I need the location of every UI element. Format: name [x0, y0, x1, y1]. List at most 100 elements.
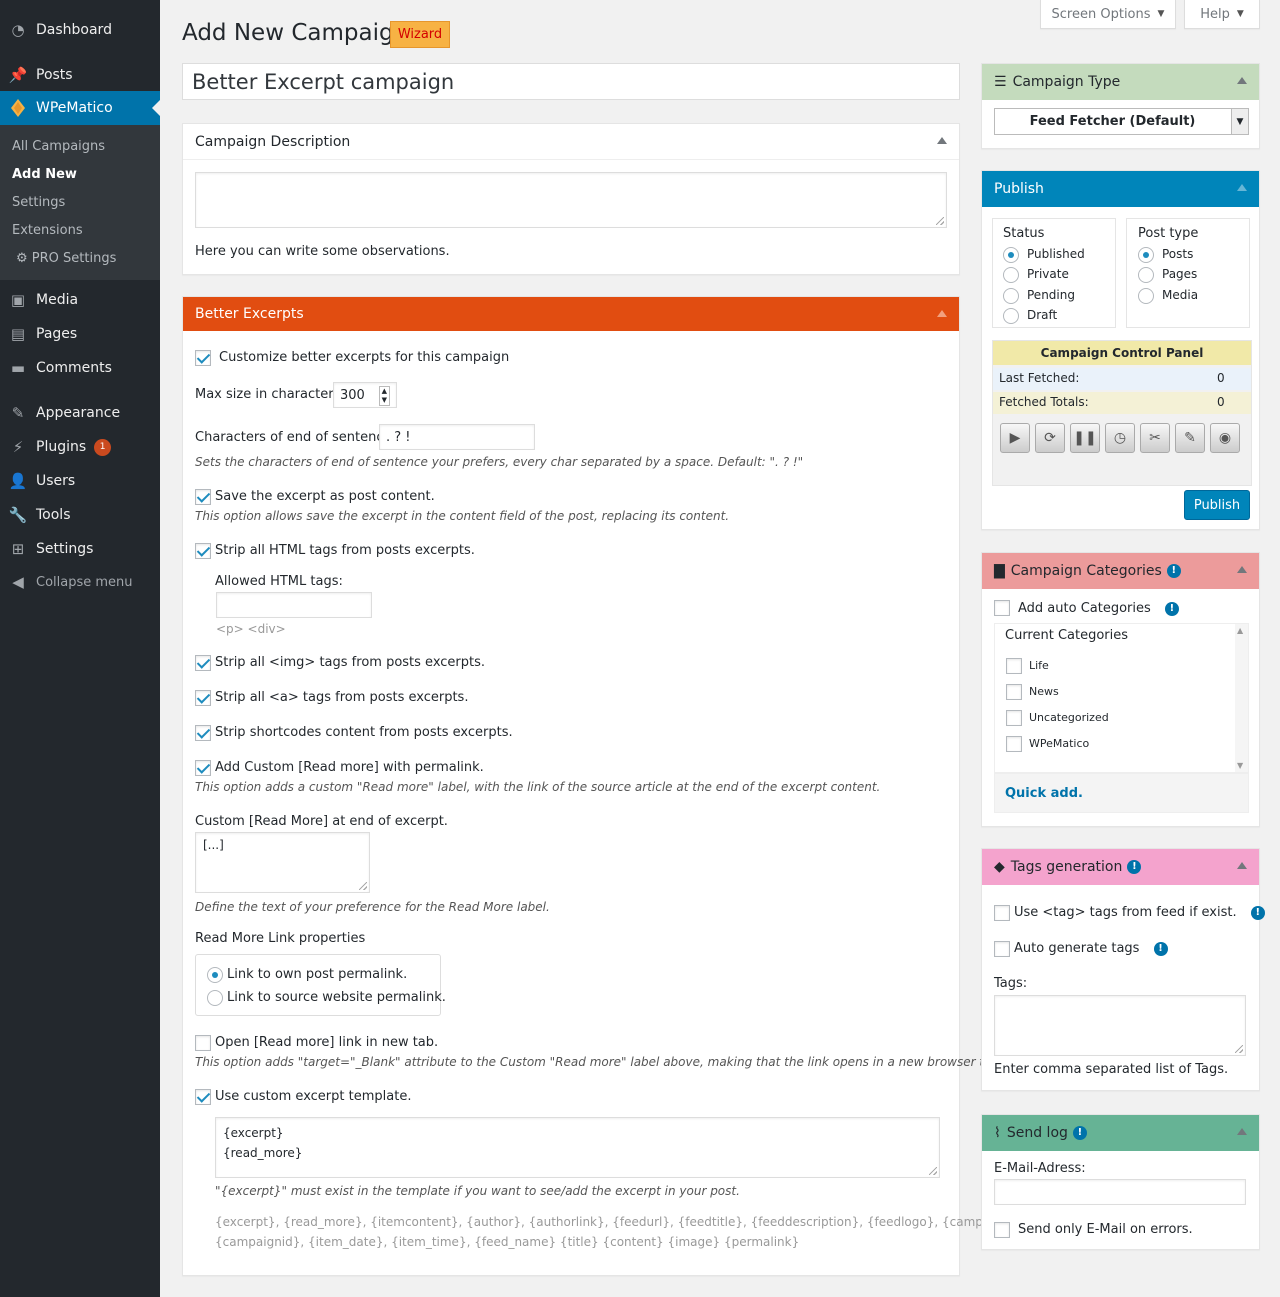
category-checkbox-life[interactable] — [1006, 658, 1022, 674]
custom-read-more-textarea[interactable]: [...] — [195, 832, 370, 893]
resize-grip-icon[interactable] — [359, 882, 367, 890]
status-published-radio[interactable] — [1003, 247, 1019, 263]
max-size-stepper[interactable]: 300 ▲ ▼ — [333, 382, 397, 408]
auto-categories-checkbox[interactable] — [994, 600, 1010, 616]
collapse-arrow-icon[interactable] — [1237, 862, 1247, 869]
campaign-description-textarea[interactable] — [195, 172, 947, 228]
run-campaign-icon[interactable]: ▶ — [1000, 423, 1030, 453]
scroll-up-icon[interactable]: ▲ — [1237, 626, 1243, 635]
info-icon[interactable]: ! — [1164, 601, 1179, 616]
sidebar-item-posts[interactable]: 📌 Posts — [0, 58, 160, 92]
quick-add-link[interactable]: Quick add. — [994, 773, 1249, 813]
preview-eye-icon[interactable]: ◉ — [1210, 423, 1240, 453]
pause-icon[interactable]: ❚❚ — [1070, 423, 1100, 453]
post-type-posts-radio[interactable] — [1138, 247, 1154, 263]
campaign-type-header[interactable]: ☰ Campaign Type — [982, 64, 1259, 100]
end-sentence-input[interactable]: . ? ! — [379, 424, 535, 450]
help-button[interactable]: Help ▼ — [1184, 0, 1260, 29]
excerpt-template-textarea[interactable]: {excerpt} {read_more} — [215, 1117, 940, 1178]
resize-grip-icon[interactable] — [929, 1167, 937, 1175]
info-icon[interactable]: ! — [1166, 564, 1181, 578]
postbox-title: Send log — [1006, 1125, 1068, 1141]
category-checkbox-news[interactable] — [1006, 684, 1022, 700]
use-template-checkbox[interactable] — [195, 1089, 211, 1105]
add-read-more-checkbox[interactable] — [195, 760, 211, 776]
strip-shortcodes-checkbox[interactable] — [195, 725, 211, 741]
tags-help-text: Enter comma separated list of Tags. — [994, 1062, 1229, 1077]
status-private-radio[interactable] — [1003, 267, 1019, 283]
info-icon[interactable]: ! — [1127, 860, 1142, 874]
campaign-title-input[interactable]: Better Excerpt campaign — [182, 63, 960, 100]
submenu-extensions[interactable]: Extensions — [12, 223, 83, 238]
tags-textarea[interactable] — [994, 995, 1246, 1056]
sidebar-item-media[interactable]: ▣ Media — [0, 283, 160, 317]
save-content-checkbox[interactable] — [195, 489, 211, 505]
collapse-arrow-icon[interactable] — [937, 137, 947, 144]
customize-excerpts-checkbox[interactable] — [195, 350, 211, 366]
better-excerpts-header[interactable]: Better Excerpts — [183, 297, 959, 331]
collapse-menu-button[interactable]: ◀ Collapse menu — [0, 565, 160, 599]
new-tab-checkbox[interactable] — [195, 1035, 211, 1051]
send-log-header[interactable]: ⌇ Send log ! — [982, 1115, 1259, 1151]
publish-button[interactable]: Publish — [1184, 490, 1250, 520]
collapse-arrow-icon[interactable] — [937, 310, 947, 317]
email-input[interactable] — [994, 1179, 1246, 1205]
status-option: Published — [1027, 247, 1085, 261]
sidebar-item-users[interactable]: 👤 Users — [0, 464, 160, 498]
wizard-button[interactable]: Wizard — [390, 21, 450, 48]
collapse-arrow-icon[interactable] — [1237, 1128, 1247, 1135]
resize-grip-icon[interactable] — [1235, 1045, 1243, 1053]
strip-a-checkbox[interactable] — [195, 690, 211, 706]
use-feed-tags-checkbox[interactable] — [994, 905, 1010, 921]
post-type-media-radio[interactable] — [1138, 288, 1154, 304]
category-checkbox-wpematico[interactable] — [1006, 736, 1022, 752]
control-panel-title: Campaign Control Panel — [993, 341, 1251, 365]
strip-html-checkbox[interactable] — [195, 543, 211, 559]
scroll-down-icon[interactable]: ▼ — [1237, 761, 1243, 770]
status-draft-radio[interactable] — [1003, 308, 1019, 324]
sidebar-item-tools[interactable]: 🔧 Tools — [0, 498, 160, 532]
sidebar-item-plugins[interactable]: ⚡ Plugins 1 — [0, 430, 160, 464]
info-icon[interactable]: ! — [1250, 905, 1265, 920]
sidebar-item-comments[interactable]: ▬ Comments — [0, 351, 160, 385]
sidebar-item-appearance[interactable]: ✎ Appearance — [0, 396, 160, 430]
collapse-arrow-icon[interactable] — [1237, 77, 1247, 84]
screen-options-button[interactable]: Screen Options ▼ — [1040, 0, 1176, 29]
link-source-radio[interactable] — [207, 990, 223, 1006]
strip-img-checkbox[interactable] — [195, 655, 211, 671]
submenu-pro-settings[interactable]: ⚙ PRO Settings — [12, 251, 116, 266]
sidebar-item-wpematico[interactable]: WPeMatico — [0, 91, 160, 125]
status-pending-radio[interactable] — [1003, 288, 1019, 304]
auto-generate-tags-checkbox[interactable] — [994, 941, 1010, 957]
status-option: Draft — [1027, 308, 1058, 322]
allowed-html-input[interactable] — [216, 592, 372, 618]
sidebar-item-dashboard[interactable]: ◔ Dashboard — [0, 13, 160, 47]
category-checkbox-uncategorized[interactable] — [1006, 710, 1022, 726]
campaign-categories-header[interactable]: ▇ Campaign Categories ! — [982, 553, 1259, 589]
category-scrollbar[interactable]: ▲ ▼ — [1235, 624, 1248, 772]
submenu-settings[interactable]: Settings — [12, 195, 65, 210]
collapse-arrow-icon[interactable] — [1237, 566, 1247, 573]
tags-generation-header[interactable]: ◆ Tags generation ! — [982, 849, 1259, 885]
info-icon[interactable]: ! — [1153, 941, 1168, 956]
tools-icon[interactable]: ✂ — [1140, 423, 1170, 453]
resize-grip-icon[interactable] — [936, 217, 944, 225]
submenu-all-campaigns[interactable]: All Campaigns — [12, 139, 105, 154]
postbox-title: Campaign Description — [195, 133, 351, 150]
tag-icon[interactable]: ✎ — [1175, 423, 1205, 453]
spinner-arrows-icon[interactable]: ▲ ▼ — [378, 386, 390, 406]
history-icon[interactable]: ◷ — [1105, 423, 1135, 453]
campaign-description-header[interactable]: Campaign Description — [183, 124, 959, 160]
post-type-pages-radio[interactable] — [1138, 267, 1154, 283]
sidebar-item-pages[interactable]: ▤ Pages — [0, 317, 160, 351]
link-own-radio[interactable] — [207, 967, 223, 983]
info-icon[interactable]: ! — [1072, 1126, 1087, 1140]
publish-header[interactable]: Publish — [982, 171, 1259, 207]
sidebar-item-settings[interactable]: ⊞ Settings — [0, 532, 160, 566]
campaign-type-select[interactable]: Feed Fetcher (Default) ▼ — [994, 108, 1249, 135]
refresh-icon[interactable]: ⟳ — [1035, 423, 1065, 453]
submenu-add-new[interactable]: Add New — [12, 167, 77, 182]
errors-only-checkbox[interactable] — [994, 1222, 1010, 1238]
collapse-arrow-icon[interactable] — [1237, 184, 1247, 191]
link-properties-group: Link to own post permalink. Link to sour… — [195, 954, 446, 1016]
